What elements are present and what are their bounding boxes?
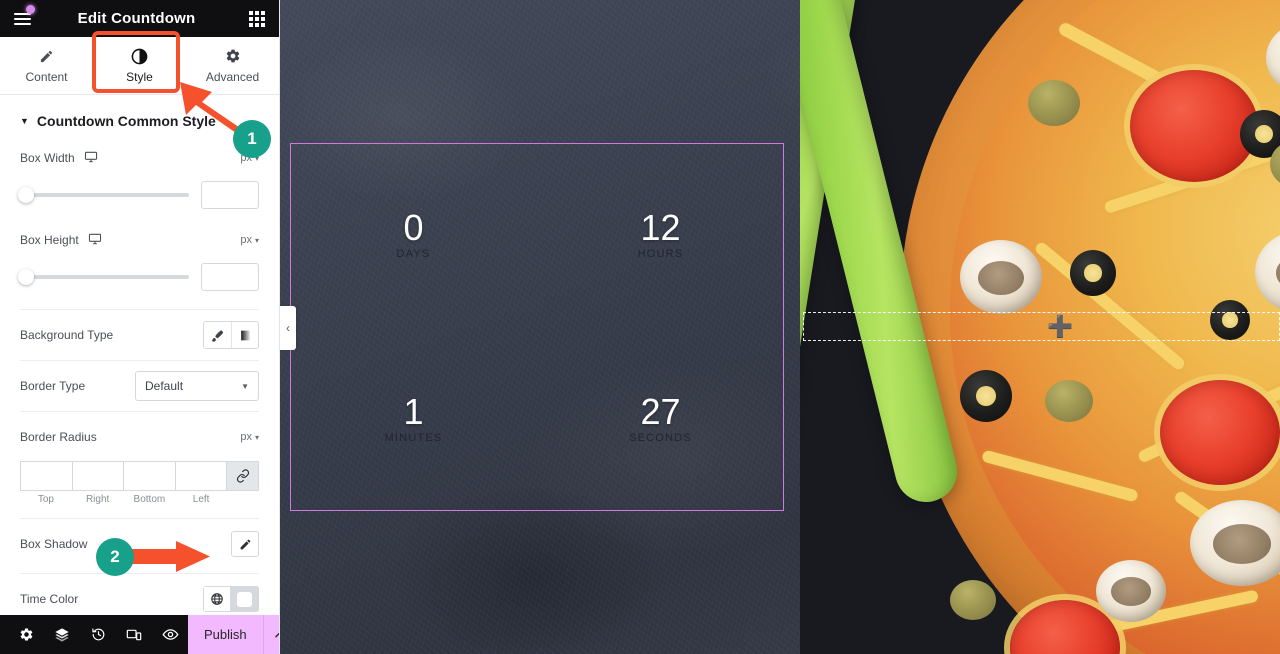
section-title-label: Countdown Common Style — [36, 113, 216, 129]
editor-canvas[interactable]: ➕ 0 DAYS 12 HOURS 1 MINUTES 27 SECONDS — [280, 0, 1280, 654]
countdown-item-minutes: 1 MINUTES — [290, 327, 537, 511]
divider — [20, 360, 259, 361]
control-box-shadow: Box Shadow — [0, 529, 279, 559]
border-type-select[interactable]: Default ▼ — [135, 371, 259, 401]
control-box-height: Box Height px ▾ — [0, 225, 279, 295]
border-radius-label-left: Left — [192, 494, 210, 505]
control-label: Border Type — [20, 379, 86, 393]
countdown-item-days: 0 DAYS — [290, 143, 537, 327]
gear-icon — [225, 47, 241, 65]
countdown-value: 0 — [403, 207, 424, 248]
preview-eye-icon[interactable] — [152, 615, 188, 654]
editor-panel: Edit Countdown Content Style Advanced ▼ … — [0, 0, 280, 654]
countdown-label: DAYS — [396, 248, 431, 260]
control-background-type: Background Type — [0, 320, 279, 350]
hamburger-menu-icon[interactable] — [0, 0, 44, 37]
background-type-gradient-button[interactable] — [231, 322, 258, 348]
box-height-input[interactable] — [201, 263, 259, 291]
globe-icon[interactable] — [203, 586, 231, 612]
countdown-item-seconds: 27 SECONDS — [537, 327, 784, 511]
desktop-icon[interactable] — [84, 150, 98, 167]
unit-selector-px[interactable]: px ▾ — [240, 234, 259, 246]
border-radius-label-bottom: Bottom — [133, 494, 166, 505]
navigator-layers-icon[interactable] — [44, 615, 80, 654]
control-label: Time Color — [20, 592, 79, 606]
control-label: Background Type — [20, 328, 114, 342]
countdown-label: MINUTES — [384, 432, 443, 444]
page-title: Edit Countdown — [77, 10, 196, 27]
border-radius-right-input[interactable] — [72, 461, 124, 491]
box-width-input[interactable] — [201, 181, 259, 209]
panel-tabs: Content Style Advanced — [0, 31, 279, 95]
tab-advanced[interactable]: Advanced — [186, 37, 279, 94]
divider — [20, 573, 259, 574]
apps-grid-icon[interactable] — [235, 0, 279, 37]
annotation-badge-1: 1 — [233, 120, 271, 158]
elementor-editor-screen: ➕ 0 DAYS 12 HOURS 1 MINUTES 27 SECONDS ‹ — [0, 0, 1280, 654]
slider-thumb[interactable] — [18, 187, 34, 203]
notification-dot-icon — [26, 5, 35, 14]
tab-label: Advanced — [205, 70, 260, 84]
drop-zone[interactable]: ➕ — [803, 312, 1280, 341]
pencil-icon — [39, 47, 54, 65]
countdown-widget[interactable]: 0 DAYS 12 HOURS 1 MINUTES 27 SECONDS — [290, 143, 784, 511]
chevron-down-icon: ▾ — [254, 235, 259, 245]
tab-label: Style — [126, 70, 153, 84]
divider — [20, 309, 259, 310]
box-shadow-edit-button[interactable] — [231, 531, 259, 557]
control-label: Box Height — [20, 233, 79, 247]
panel-header: Edit Countdown — [0, 0, 279, 37]
border-type-value: Default — [145, 379, 184, 393]
border-radius-label-right: Right — [85, 494, 110, 505]
annotation-badge-2: 2 — [96, 538, 134, 576]
publish-button[interactable]: Publish — [188, 615, 263, 654]
unit-selector-px[interactable]: px ▾ — [240, 431, 259, 443]
settings-gear-icon[interactable] — [8, 615, 44, 654]
chevron-down-icon: ▾ — [254, 432, 259, 442]
box-width-slider[interactable] — [18, 187, 189, 203]
border-radius-label-top: Top — [37, 494, 54, 505]
tab-label: Content — [25, 70, 68, 84]
slider-thumb[interactable] — [18, 269, 34, 285]
control-label: Box Shadow — [20, 537, 88, 551]
control-time-color: Time Color — [0, 584, 279, 614]
countdown-label: SECONDS — [629, 432, 692, 444]
panel-collapse-handle[interactable]: ‹ — [280, 306, 296, 350]
control-label: Box Width — [20, 151, 75, 165]
chevron-down-icon: ▼ — [20, 116, 29, 126]
countdown-value: 12 — [640, 207, 681, 248]
border-radius-bottom-input[interactable] — [124, 461, 176, 491]
control-box-width: Box Width px ▾ — [0, 143, 279, 213]
control-border-radius: Border Radius px ▾ Top Right Bottom Left — [0, 422, 279, 505]
background-type-classic-button[interactable] — [204, 322, 231, 348]
countdown-label: HOURS — [637, 248, 684, 260]
chevron-down-icon: ▼ — [241, 381, 249, 391]
border-radius-left-input[interactable] — [175, 461, 227, 491]
box-height-slider[interactable] — [18, 269, 189, 285]
divider — [20, 518, 259, 519]
plus-icon: ➕ — [1047, 315, 1074, 338]
link-icon[interactable] — [227, 461, 259, 491]
tab-content[interactable]: Content — [0, 37, 93, 94]
desktop-icon[interactable] — [88, 232, 102, 249]
history-clock-icon[interactable] — [80, 615, 116, 654]
countdown-value: 27 — [640, 391, 681, 432]
contrast-half-circle-icon — [131, 47, 148, 65]
countdown-value: 1 — [403, 391, 424, 432]
tab-style[interactable]: Style — [93, 37, 186, 94]
panel-bottom-bar: Publish — [0, 615, 279, 654]
divider — [20, 411, 259, 412]
chevron-up-icon[interactable] — [262, 615, 279, 654]
border-radius-top-input[interactable] — [20, 461, 73, 491]
time-color-swatch[interactable] — [231, 586, 259, 612]
control-label: Border Radius — [20, 430, 97, 444]
countdown-item-hours: 12 HOURS — [537, 143, 784, 327]
control-border-type: Border Type Default ▼ — [0, 371, 279, 401]
responsive-device-icon[interactable] — [116, 615, 152, 654]
